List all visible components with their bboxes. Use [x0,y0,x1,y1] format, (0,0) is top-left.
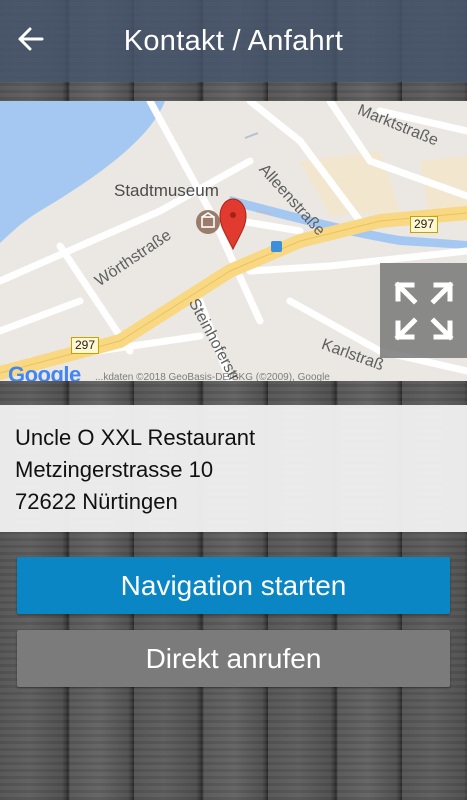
call-directly-button[interactable]: Direkt anrufen [17,630,450,687]
route-shield-297: 297 [71,337,100,354]
page-title: Kontakt / Anfahrt [123,24,344,57]
start-navigation-button[interactable]: Navigation starten [17,557,450,614]
route-shield-297: 297 [410,216,439,233]
address-city: 72622 Nürtingen [15,489,178,514]
restaurant-name: Uncle O XXL Restaurant [15,425,256,450]
map-view[interactable]: Stadtmuseum Marktstraße Alleenstraße Wör… [0,101,467,381]
map-attribution: ...kdaten ©2018 GeoBasis-DE/BKG (©2009),… [95,372,330,381]
address-street: Metzingerstrasse 10 [15,457,214,482]
fullscreen-button[interactable] [380,263,467,358]
arrow-left-icon [18,27,44,51]
google-logo: Google [8,362,81,381]
map-poi-label: Stadtmuseum [114,181,219,200]
google-logo-text: Google [8,362,81,381]
app-header: Kontakt / Anfahrt [0,0,467,82]
back-button[interactable] [12,20,50,58]
fullscreen-expand-icon [393,280,454,341]
museum-icon [196,210,220,234]
address-card: Uncle O XXL Restaurant Metzingerstrasse … [0,405,467,532]
